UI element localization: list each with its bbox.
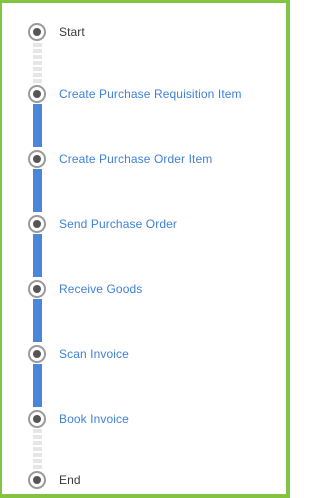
activity-node-icon [28,150,46,168]
connector-order-to-send [33,169,42,212]
step-label-create-purchase-order-item[interactable]: Create Purchase Order Item [59,148,212,170]
step-label-book-invoice[interactable]: Book Invoice [59,408,129,430]
process-flow-panel: Start Create Purchase Requisition Item C… [0,0,290,498]
connector-receive-to-scan [33,299,42,342]
step-label-receive-goods[interactable]: Receive Goods [59,278,142,300]
activity-node-icon [28,85,46,103]
start-node-icon [28,23,46,41]
step-label-scan-invoice[interactable]: Scan Invoice [59,343,129,365]
connector-book-to-end [33,429,42,470]
activity-node-icon [28,410,46,428]
connector-send-to-receive [33,234,42,277]
step-label-create-purchase-requisition-item[interactable]: Create Purchase Requisition Item [59,83,242,105]
step-label-start: Start [59,25,85,39]
connector-scan-to-book [33,364,42,407]
connector-requisition-to-order [33,104,42,147]
activity-node-icon [28,345,46,363]
activity-node-icon [28,280,46,298]
step-label-end: End [59,473,81,487]
end-node-icon [28,471,46,489]
step-label-send-purchase-order[interactable]: Send Purchase Order [59,213,177,235]
connector-start-to-requisition [33,43,42,84]
activity-node-icon [28,215,46,233]
